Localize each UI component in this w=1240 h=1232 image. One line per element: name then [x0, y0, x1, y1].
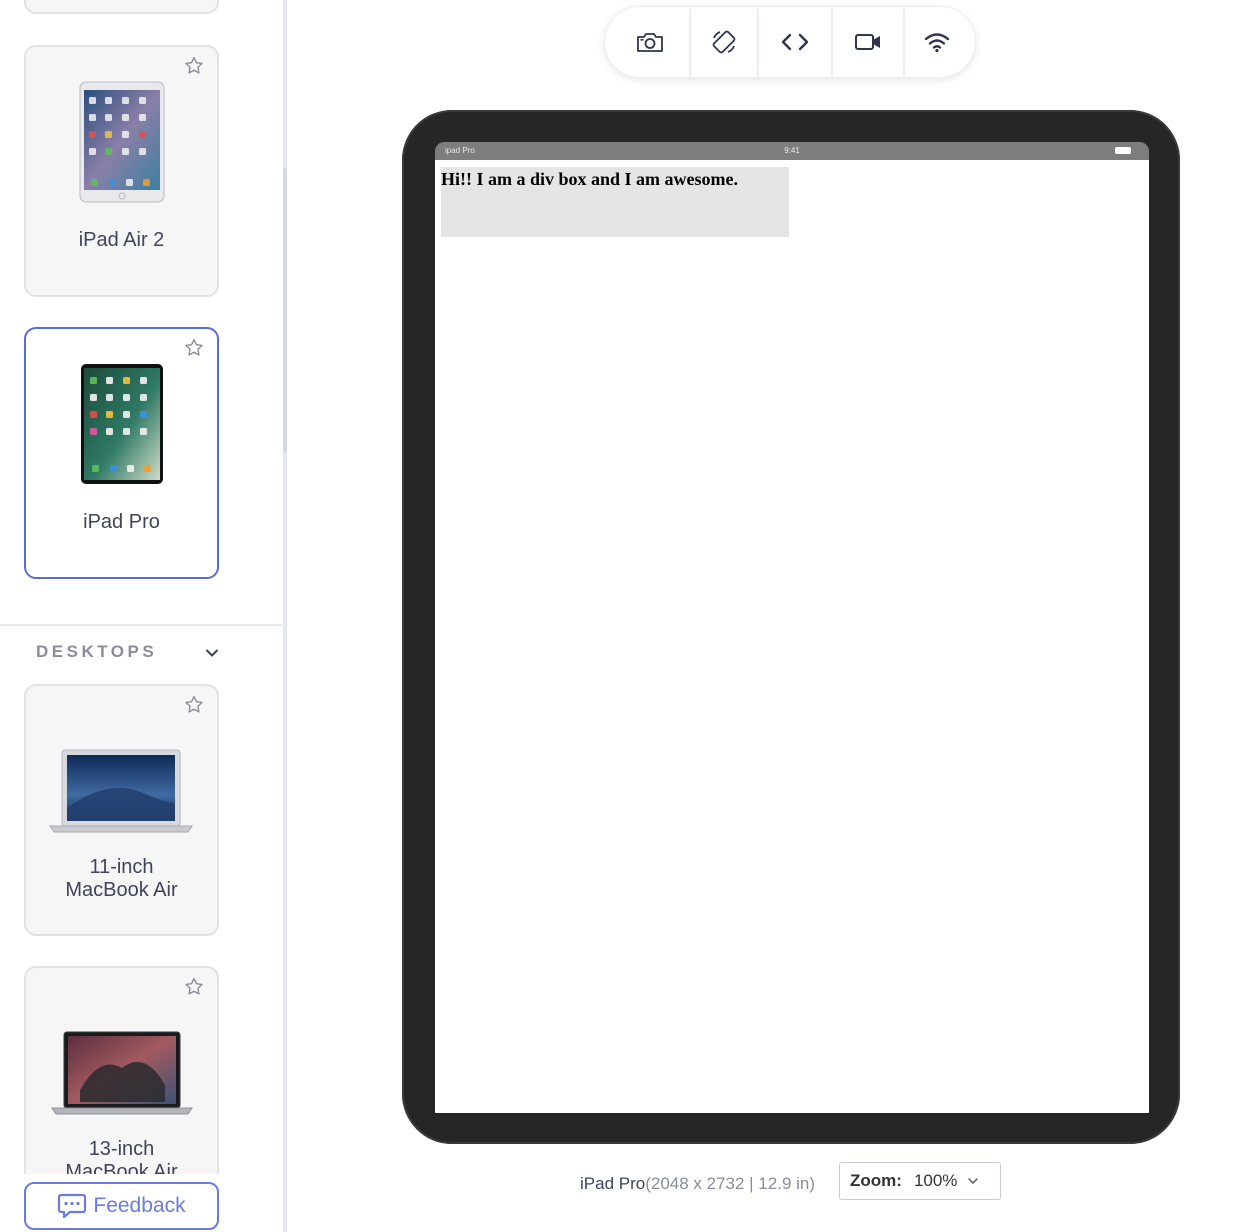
ios-status-bar: ipad Pro 9:41 — [435, 142, 1149, 160]
zoom-value: 100% — [913, 1171, 958, 1190]
device-toolbar — [604, 6, 976, 78]
device-spec: (2048 x 2732 | 12.9 in) — [645, 1174, 816, 1193]
screenshot-button[interactable] — [611, 6, 689, 78]
feedback-label: Feedback — [93, 1194, 186, 1217]
device-screen[interactable]: ipad Pro 9:41 Hi!! I am a div box and I … — [435, 142, 1149, 1113]
macbook-air-13-image — [51, 1031, 193, 1115]
device-label: 11-inch MacBook Air — [26, 856, 217, 902]
favorite-star-icon[interactable] — [183, 976, 205, 998]
rotate-icon — [712, 30, 736, 54]
ipad-pro-image — [81, 364, 163, 484]
device-sidebar: iPad Air 2 iPad Pro DESKTOPS 11-inch Mac… — [0, 0, 283, 1232]
device-info: iPad Pro(2048 x 2732 | 12.9 in) — [580, 1174, 815, 1194]
device-label: iPad Pro — [83, 511, 160, 533]
desktops-section-title: DESKTOPS — [36, 642, 158, 661]
device-label: iPad Air 2 — [78, 229, 165, 251]
demo-div-box: Hi!! I am a div box and I am awesome. — [441, 167, 789, 237]
chevron-down-icon[interactable] — [204, 645, 220, 661]
chat-icon — [58, 1193, 87, 1219]
device-card-partial[interactable] — [24, 0, 219, 14]
device-label-line1: 11-inch — [89, 856, 154, 878]
code-icon — [781, 33, 809, 51]
camera-icon — [637, 33, 663, 52]
code-button[interactable] — [757, 6, 831, 78]
video-camera-icon — [855, 34, 880, 50]
sidebar-scrollbar-thumb[interactable] — [283, 168, 287, 452]
battery-icon — [1115, 147, 1131, 154]
chevron-down-icon — [968, 1178, 979, 1184]
record-video-button[interactable] — [831, 6, 903, 78]
section-divider — [0, 624, 282, 626]
device-label-line1: 13-inch — [88, 1138, 155, 1160]
zoom-select[interactable]: Zoom: 100% — [839, 1162, 1001, 1200]
device-card-11-inch-macbook-air[interactable]: 11-inch MacBook Air — [24, 684, 219, 936]
favorite-star-icon[interactable] — [183, 55, 205, 77]
network-throttle-button[interactable] — [903, 6, 969, 78]
zoom-label: Zoom: — [850, 1171, 902, 1190]
macbook-air-11-image — [49, 749, 193, 833]
device-label-line2: MacBook Air — [65, 879, 178, 901]
status-time: 9:41 — [784, 146, 800, 155]
ipad-air-2-image — [79, 81, 165, 203]
wifi-icon — [924, 33, 950, 53]
favorite-star-icon[interactable] — [183, 337, 205, 359]
device-card-ipad-air-2[interactable]: iPad Air 2 — [24, 45, 219, 297]
rotate-button[interactable] — [689, 6, 757, 78]
favorite-star-icon[interactable] — [183, 694, 205, 716]
feedback-button[interactable]: Feedback — [24, 1182, 219, 1230]
device-name: iPad Pro — [580, 1174, 646, 1193]
device-card-ipad-pro[interactable]: iPad Pro — [24, 327, 219, 579]
